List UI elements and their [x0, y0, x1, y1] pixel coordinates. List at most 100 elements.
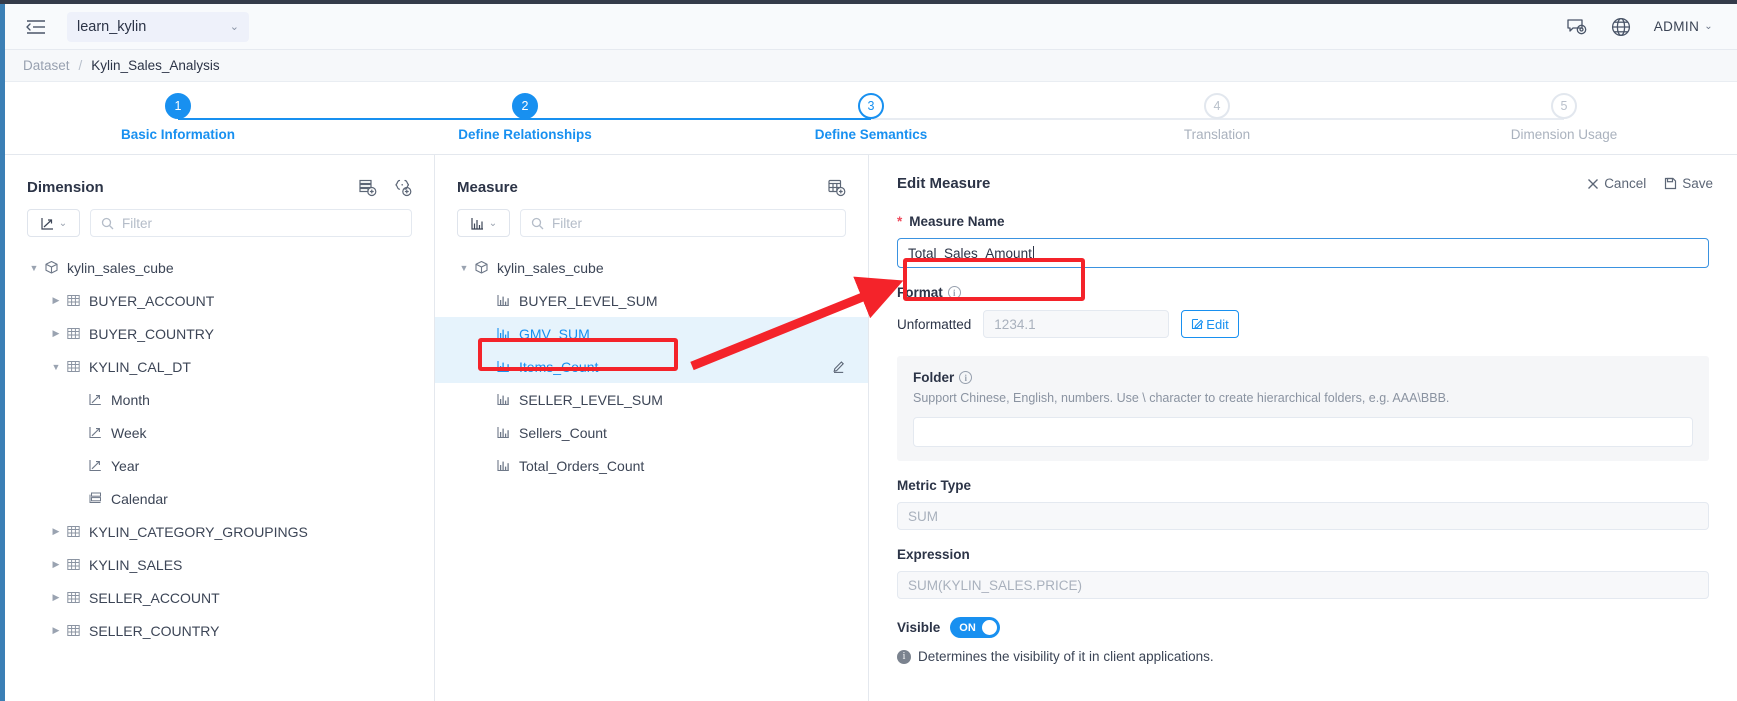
- text-cursor: [1033, 246, 1034, 261]
- caret-right-icon[interactable]: ▶: [49, 526, 63, 537]
- node-icon-wrap: [85, 425, 105, 440]
- chevron-down-icon: ⌄: [230, 20, 239, 33]
- node-icon-wrap: [63, 557, 83, 572]
- step-circle: 5: [1551, 93, 1577, 119]
- format-sample-input: 1234.1: [983, 310, 1169, 338]
- hamburger-icon[interactable]: [23, 16, 49, 38]
- step-circle: 3: [858, 93, 884, 119]
- dimension-tree-node[interactable]: ▶Month: [5, 383, 434, 416]
- add-measure-icon[interactable]: [827, 178, 846, 197]
- measure-tree-node[interactable]: ▶Sellers_Count: [435, 416, 868, 449]
- caret-right-icon[interactable]: ▶: [49, 625, 63, 636]
- wizard-step-1[interactable]: 1Basic Information: [108, 82, 248, 142]
- node-icon-wrap: [493, 458, 513, 473]
- step-circle: 2: [512, 93, 538, 119]
- format-label-text: Format: [897, 285, 943, 300]
- project-selector[interactable]: learn_kylin ⌄: [67, 12, 249, 42]
- measure-chart-icon: [496, 458, 511, 473]
- measure-name-input[interactable]: Total_Sales_Amount: [897, 238, 1709, 268]
- dimension-type-select[interactable]: ⌄: [27, 209, 80, 237]
- save-icon: [1664, 177, 1677, 190]
- toggle-knob: [982, 620, 997, 635]
- dimension-tree-node[interactable]: ▶SELLER_COUNTRY: [5, 614, 434, 647]
- node-icon-wrap: [493, 392, 513, 407]
- dimension-tree-node[interactable]: ▶Week: [5, 416, 434, 449]
- step-label: Define Semantics: [815, 127, 928, 142]
- node-icon-wrap: [63, 359, 83, 374]
- chevron-down-icon: ⌄: [1704, 21, 1713, 32]
- cancel-button[interactable]: Cancel: [1587, 176, 1646, 191]
- monitor-icon[interactable]: [1566, 17, 1588, 37]
- dimension-tree-node[interactable]: ▶SELLER_ACCOUNT: [5, 581, 434, 614]
- dimension-chart-icon: [88, 392, 103, 407]
- measure-chart-icon: [496, 293, 511, 308]
- measure-tree-node[interactable]: ▶SELLER_LEVEL_SUM: [435, 383, 868, 416]
- node-icon-wrap: [493, 425, 513, 440]
- dimension-node-label: kylin_sales_cube: [67, 261, 174, 275]
- measure-tree-node[interactable]: ▼kylin_sales_cube: [435, 251, 868, 284]
- caret-down-icon[interactable]: ▼: [457, 263, 471, 273]
- dimension-tree-node[interactable]: ▶Calendar: [5, 482, 434, 515]
- measure-type-select[interactable]: ⌄: [457, 209, 510, 237]
- caret-down-icon[interactable]: ▼: [27, 263, 41, 273]
- project-name: learn_kylin: [77, 19, 146, 35]
- info-icon[interactable]: i: [959, 371, 972, 384]
- pencil-icon[interactable]: [831, 359, 846, 374]
- add-expression-icon[interactable]: [393, 178, 412, 197]
- dimension-node-label: KYLIN_SALES: [89, 558, 182, 572]
- dimension-tree-node[interactable]: ▶ BUYER_ACCOUNT: [5, 284, 434, 317]
- caret-right-icon[interactable]: ▶: [49, 559, 63, 570]
- caret-right-icon[interactable]: ▶: [49, 592, 63, 603]
- measure-filter-placeholder: Filter: [552, 216, 582, 231]
- metric-type-value: SUM: [908, 509, 938, 524]
- dimension-filter-input[interactable]: Filter: [90, 209, 412, 237]
- visible-toggle[interactable]: ON: [950, 617, 1000, 638]
- breadcrumb-root[interactable]: Dataset: [23, 58, 70, 73]
- expression-value: SUM(KYLIN_SALES.PRICE): [908, 578, 1082, 593]
- node-icon-wrap: [85, 458, 105, 473]
- measure-node-label: BUYER_LEVEL_SUM: [519, 294, 658, 308]
- dimension-tree-node[interactable]: ▶BUYER_COUNTRY: [5, 317, 434, 350]
- caret-right-icon[interactable]: ▶: [49, 295, 63, 306]
- measure-name-label-text: Measure Name: [909, 214, 1004, 229]
- folder-input[interactable]: [913, 417, 1693, 447]
- measure-tree-node[interactable]: ▶GMV_SUM: [435, 317, 868, 350]
- caret-right-icon[interactable]: ▶: [49, 328, 63, 339]
- wizard-step-3[interactable]: 3 Define Semantics: [801, 82, 941, 142]
- breadcrumb-separator: /: [79, 58, 83, 73]
- measure-tree-node[interactable]: ▶Items_Count: [435, 350, 868, 383]
- format-label: Format i: [897, 285, 1709, 300]
- dimension-node-label: BUYER_ACCOUNT: [89, 294, 214, 308]
- dimension-tree-node[interactable]: ▶Year: [5, 449, 434, 482]
- format-type-label: Unformatted: [897, 317, 971, 332]
- add-table-icon[interactable]: [358, 178, 377, 197]
- expression-input: SUM(KYLIN_SALES.PRICE): [897, 571, 1709, 599]
- save-button[interactable]: Save: [1664, 176, 1713, 191]
- dimension-tree-node[interactable]: ▼ kylin_sales_cube: [5, 251, 434, 284]
- table-icon: [66, 557, 81, 572]
- measure-tree-node[interactable]: ▶BUYER_LEVEL_SUM: [435, 284, 868, 317]
- node-icon-wrap: [493, 359, 513, 374]
- visible-toggle-state: ON: [959, 622, 976, 634]
- measure-tree-node[interactable]: ▶Total_Orders_Count: [435, 449, 868, 482]
- table-icon: [66, 623, 81, 638]
- globe-icon[interactable]: [1610, 16, 1632, 38]
- wizard-step-4[interactable]: 4Translation: [1147, 82, 1287, 142]
- wizard-stepper: 1Basic Information 2Define Relationships 3…: [5, 82, 1737, 154]
- dimension-tree-node[interactable]: ▶KYLIN_CATEGORY_GROUPINGS: [5, 515, 434, 548]
- dimension-tree-node[interactable]: ▼KYLIN_CAL_DT: [5, 350, 434, 383]
- caret-down-icon[interactable]: ▼: [49, 362, 63, 372]
- user-menu[interactable]: ADMIN ⌄: [1654, 19, 1713, 34]
- format-edit-button[interactable]: Edit: [1181, 310, 1238, 338]
- wizard-step-2[interactable]: 2Define Relationships: [455, 82, 595, 142]
- step-circle: 4: [1204, 93, 1230, 119]
- measure-filter-input[interactable]: Filter: [520, 209, 846, 237]
- dimension-node-label: Week: [111, 426, 147, 440]
- info-icon[interactable]: i: [948, 286, 961, 299]
- node-icon-wrap: [63, 326, 83, 341]
- node-icon-wrap: [63, 623, 83, 638]
- user-name: ADMIN: [1654, 19, 1700, 34]
- dimension-tree-node[interactable]: ▶ KYLIN_SALES: [5, 548, 434, 581]
- required-asterisk: *: [897, 214, 902, 229]
- wizard-step-5[interactable]: 5Dimension Usage: [1494, 82, 1634, 142]
